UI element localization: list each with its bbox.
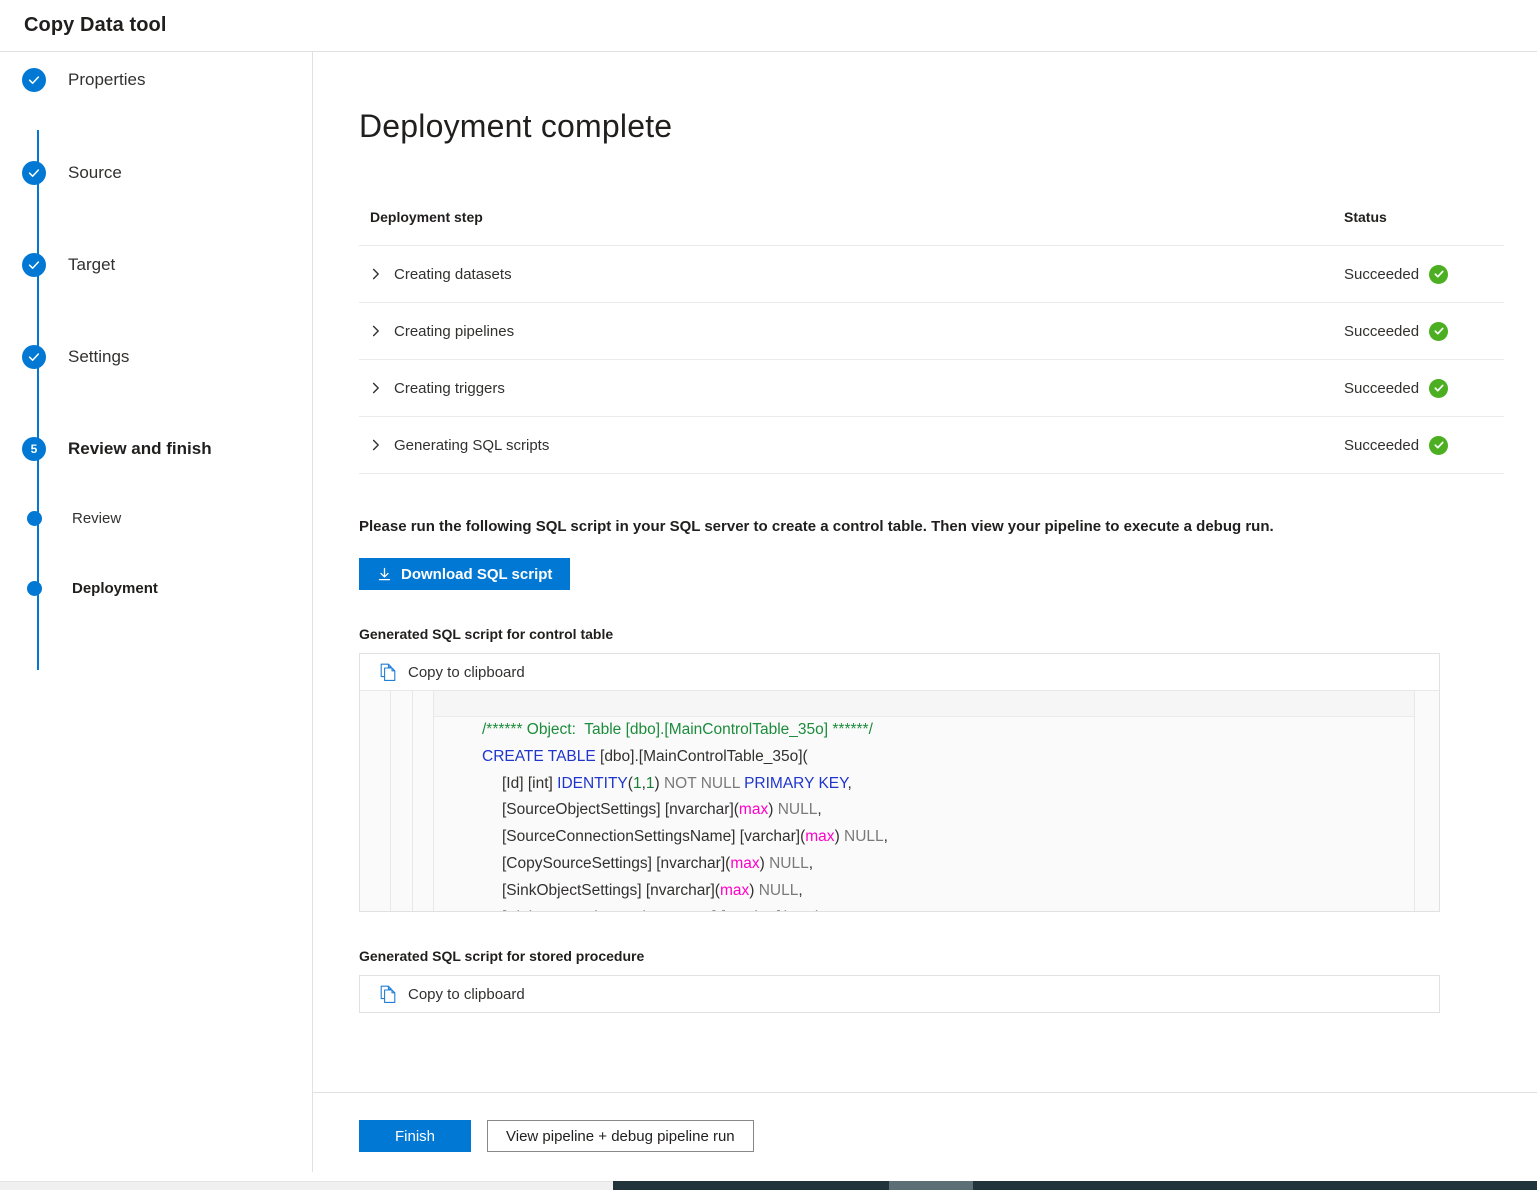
main-content: Deployment complete Deployment step Stat… [313, 52, 1537, 1172]
chevron-right-icon[interactable] [370, 382, 382, 394]
step-number-badge: 5 [22, 437, 46, 461]
window-title-bar: Copy Data tool [0, 0, 1537, 52]
sql-code-line: [SourceObjectSettings] [nvarchar](max) N… [482, 797, 1414, 824]
sidebar-substep-label: Review [72, 510, 121, 527]
sidebar-step-label: Source [68, 163, 122, 183]
code-right-gutter [1414, 691, 1439, 911]
success-check-icon [1429, 379, 1448, 398]
download-sql-script-button[interactable]: Download SQL script [359, 558, 570, 590]
success-check-icon [1429, 322, 1448, 341]
deployment-step-name: Creating datasets [394, 266, 512, 283]
step-status-check-icon [22, 253, 46, 277]
sidebar-substep-deployment[interactable]: Deployment [22, 587, 312, 647]
deployment-step-status: Succeeded [1344, 437, 1419, 454]
step-status-check-icon [22, 161, 46, 185]
sidebar-step-label: Review and finish [68, 439, 212, 459]
copy-pages-icon [380, 985, 397, 1004]
sql-code-line: CREATE TABLE [dbo].[MainControlTable_35o… [482, 744, 1414, 771]
sidebar-step-target[interactable]: Target [22, 263, 312, 355]
chevron-right-icon[interactable] [370, 268, 382, 280]
sidebar-step-review-and-finish[interactable]: 5 Review and finish [22, 447, 312, 517]
code-gutter-outer [360, 691, 391, 911]
sql-code-text: /****** Object: Table [dbo].[MainControl… [482, 717, 1414, 911]
sidebar-step-source[interactable]: Source [22, 171, 312, 263]
deployment-step-name: Creating triggers [394, 380, 505, 397]
deployment-step-status: Succeeded [1344, 380, 1419, 397]
sql-code-line: [SinkObjectSettings] [nvarchar](max) NUL… [482, 878, 1414, 905]
sidebar-step-label: Properties [68, 70, 145, 90]
os-strip-light-segment [0, 1181, 613, 1190]
download-sql-script-label: Download SQL script [401, 566, 552, 583]
wizard-footer: Finish View pipeline + debug pipeline ru… [313, 1092, 1537, 1190]
table-header-row: Deployment step Status [359, 209, 1504, 245]
os-taskbar-strip [0, 1181, 1537, 1190]
success-check-icon [1429, 265, 1448, 284]
finish-button[interactable]: Finish [359, 1120, 471, 1152]
sql-code-line: [CopySourceSettings] [nvarchar](max) NUL… [482, 851, 1414, 878]
copy-to-clipboard-control-table-button[interactable]: Copy to clipboard [360, 654, 1439, 690]
sql-code-viewport[interactable]: /****** Object: Table [dbo].[MainControl… [360, 690, 1439, 911]
control-table-script-label: Generated SQL script for control table [359, 626, 1491, 642]
stored-procedure-script-box: Copy to clipboard [359, 975, 1440, 1013]
sql-code-line: [Id] [int] IDENTITY(1,1) NOT NULL PRIMAR… [482, 771, 1414, 798]
code-top-strip [434, 691, 1414, 717]
table-row[interactable]: Creating pipelines Succeeded [359, 302, 1504, 359]
chevron-right-icon[interactable] [370, 325, 382, 337]
os-strip-dark-segment-right [973, 1181, 1537, 1190]
wizard-steps-list: Properties Source Target [0, 78, 312, 647]
wizard-sidebar: Properties Source Target [0, 52, 313, 1172]
copy-to-clipboard-label: Copy to clipboard [408, 664, 525, 681]
step-status-check-icon [22, 345, 46, 369]
deployment-step-name: Creating pipelines [394, 323, 514, 340]
table-row[interactable]: Creating datasets Succeeded [359, 245, 1504, 302]
step-status-check-icon [22, 68, 46, 92]
instruction-text: Please run the following SQL script in y… [359, 518, 1491, 535]
copy-to-clipboard-stored-procedure-button[interactable]: Copy to clipboard [360, 976, 1439, 1012]
substep-dot-icon [27, 511, 42, 526]
chevron-right-icon[interactable] [370, 439, 382, 451]
code-gutter-bookmark [391, 691, 413, 911]
sidebar-step-label: Target [68, 255, 115, 275]
sidebar-substep-review[interactable]: Review [22, 517, 312, 587]
control-table-script-box: Copy to clipboard /****** Object: Table … [359, 653, 1440, 912]
code-gutter-fold [413, 691, 434, 911]
sql-code-area: /****** Object: Table [dbo].[MainControl… [434, 691, 1414, 911]
sidebar-step-settings[interactable]: Settings [22, 355, 312, 447]
column-header-deployment-step: Deployment step [359, 209, 1344, 225]
page-title: Deployment complete [359, 52, 1491, 145]
deployment-step-name: Generating SQL scripts [394, 437, 549, 454]
copy-to-clipboard-label: Copy to clipboard [408, 986, 525, 1003]
sidebar-step-label: Settings [68, 347, 129, 367]
os-strip-dark-segment [613, 1181, 889, 1190]
view-pipeline-debug-run-button[interactable]: View pipeline + debug pipeline run [487, 1120, 754, 1152]
sidebar-substep-label: Deployment [72, 580, 158, 597]
sql-code-line: [SourceConnectionSettingsName] [varchar]… [482, 824, 1414, 851]
sql-code-line: /****** Object: Table [dbo].[MainControl… [482, 717, 1414, 744]
deployment-steps-table: Deployment step Status Creating datasets… [359, 209, 1504, 474]
app-shell: Properties Source Target [0, 52, 1537, 1172]
download-arrow-icon [377, 567, 392, 582]
stored-procedure-script-label: Generated SQL script for stored procedur… [359, 948, 1491, 964]
os-strip-highlight-segment [889, 1181, 973, 1190]
substep-dot-icon [27, 581, 42, 596]
window-title: Copy Data tool [24, 14, 167, 37]
copy-pages-icon [380, 663, 397, 682]
column-header-status: Status [1344, 209, 1504, 225]
deployment-step-status: Succeeded [1344, 266, 1419, 283]
table-row[interactable]: Creating triggers Succeeded [359, 359, 1504, 416]
sql-code-line: [SinkConnectionSettingsName] [varchar](m… [482, 905, 1414, 911]
footer-actions: Finish View pipeline + debug pipeline ru… [359, 1120, 1537, 1152]
success-check-icon [1429, 436, 1448, 455]
sidebar-step-properties[interactable]: Properties [22, 78, 312, 171]
deployment-step-status: Succeeded [1344, 323, 1419, 340]
table-row[interactable]: Generating SQL scripts Succeeded [359, 416, 1504, 474]
